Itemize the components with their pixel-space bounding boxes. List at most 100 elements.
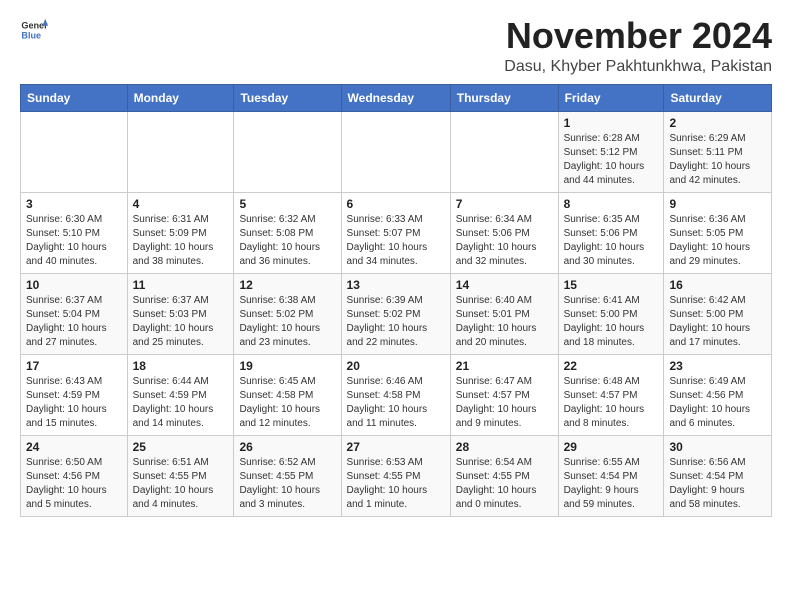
calendar-week-row: 3 Sunrise: 6:30 AM Sunset: 5:10 PM Daylig… bbox=[21, 192, 772, 273]
day-info: Sunrise: 6:56 AM Sunset: 4:54 PM Dayligh… bbox=[669, 456, 766, 512]
day-number: 6 bbox=[347, 197, 445, 211]
day-info: Sunrise: 6:39 AM Sunset: 5:02 PM Dayligh… bbox=[347, 294, 445, 350]
day-number: 10 bbox=[26, 278, 122, 292]
day-number: 13 bbox=[347, 278, 445, 292]
weekday-header-saturday: Saturday bbox=[664, 84, 772, 111]
calendar-day-23: 23Sunrise: 6:49 AM Sunset: 4:56 PM Dayli… bbox=[664, 354, 772, 435]
day-info: Sunrise: 6:35 AM Sunset: 5:06 PM Dayligh… bbox=[564, 213, 659, 269]
day-number: 19 bbox=[239, 359, 335, 373]
day-info: Sunrise: 6:54 AM Sunset: 4:55 PM Dayligh… bbox=[456, 456, 553, 512]
day-number: 21 bbox=[456, 359, 553, 373]
calendar-day-25: 25 Sunrise: 6:51 AM Sunset: 4:55 PM Dayli… bbox=[127, 435, 234, 516]
day-info: Sunrise: 6:30 AM Sunset: 5:10 PM Dayligh… bbox=[26, 213, 122, 269]
logo: General Blue bbox=[20, 16, 48, 44]
day-number: 28 bbox=[456, 440, 553, 454]
day-number: 4 bbox=[133, 197, 229, 211]
day-number: 23 bbox=[669, 359, 766, 373]
day-info: Sunrise: 6:33 AM Sunset: 5:07 PM Dayligh… bbox=[347, 213, 445, 269]
calendar-week-row: 1 Sunrise: 6:28 AM Sunset: 5:12 PM Daylig… bbox=[21, 111, 772, 192]
calendar-day-15: 15 Sunrise: 6:41 AM Sunset: 5:00 PM Dayli… bbox=[558, 273, 664, 354]
day-info: Sunrise: 6:50 AM Sunset: 4:56 PM Dayligh… bbox=[26, 456, 122, 512]
calendar-table: SundayMondayTuesdayWednesdayThursdayFrid… bbox=[20, 84, 772, 517]
day-info: Sunrise: 6:42 AM Sunset: 5:00 PM Dayligh… bbox=[669, 294, 766, 350]
day-number: 18 bbox=[133, 359, 229, 373]
day-info: Sunrise: 6:36 AM Sunset: 5:05 PM Dayligh… bbox=[669, 213, 766, 269]
weekday-header-sunday: Sunday bbox=[21, 84, 128, 111]
day-number: 24 bbox=[26, 440, 122, 454]
calendar-week-row: 24 Sunrise: 6:50 AM Sunset: 4:56 PM Dayli… bbox=[21, 435, 772, 516]
day-info: Sunrise: 6:55 AM Sunset: 4:54 PM Dayligh… bbox=[564, 456, 659, 512]
day-info: Sunrise: 6:28 AM Sunset: 5:12 PM Dayligh… bbox=[564, 132, 659, 188]
weekday-header-monday: Monday bbox=[127, 84, 234, 111]
calendar-day-22: 22 Sunrise: 6:48 AM Sunset: 4:57 PM Dayli… bbox=[558, 354, 664, 435]
calendar-week-row: 10 Sunrise: 6:37 AM Sunset: 5:04 PM Dayli… bbox=[21, 273, 772, 354]
day-info: Sunrise: 6:41 AM Sunset: 5:00 PM Dayligh… bbox=[564, 294, 659, 350]
day-number: 27 bbox=[347, 440, 445, 454]
day-info: Sunrise: 6:32 AM Sunset: 5:08 PM Dayligh… bbox=[239, 213, 335, 269]
calendar-day-10: 10 Sunrise: 6:37 AM Sunset: 5:04 PM Dayli… bbox=[21, 273, 128, 354]
location-title: Dasu, Khyber Pakhtunkhwa, Pakistan bbox=[504, 58, 772, 76]
day-number: 7 bbox=[456, 197, 553, 211]
logo-icon: General Blue bbox=[20, 16, 48, 44]
day-number: 1 bbox=[564, 116, 659, 130]
calendar-day-9: 9 Sunrise: 6:36 AM Sunset: 5:05 PM Daylig… bbox=[664, 192, 772, 273]
page-header: General Blue November 2024 Dasu, Khyber … bbox=[20, 16, 772, 76]
day-number: 14 bbox=[456, 278, 553, 292]
calendar-day-26: 26 Sunrise: 6:52 AM Sunset: 4:55 PM Dayli… bbox=[234, 435, 341, 516]
day-info: Sunrise: 6:29 AM Sunset: 5:11 PM Dayligh… bbox=[669, 132, 766, 188]
day-info: Sunrise: 6:45 AM Sunset: 4:58 PM Dayligh… bbox=[239, 375, 335, 431]
calendar-day-5: 5 Sunrise: 6:32 AM Sunset: 5:08 PM Daylig… bbox=[234, 192, 341, 273]
day-info: Sunrise: 6:52 AM Sunset: 4:55 PM Dayligh… bbox=[239, 456, 335, 512]
calendar-day-2: 2 Sunrise: 6:29 AM Sunset: 5:11 PM Daylig… bbox=[664, 111, 772, 192]
calendar-week-row: 17 Sunrise: 6:43 AM Sunset: 4:59 PM Dayli… bbox=[21, 354, 772, 435]
day-info: Sunrise: 6:37 AM Sunset: 5:03 PM Dayligh… bbox=[133, 294, 229, 350]
month-title: November 2024 bbox=[504, 16, 772, 56]
day-number: 2 bbox=[669, 116, 766, 130]
day-number: 5 bbox=[239, 197, 335, 211]
day-info: Sunrise: 6:51 AM Sunset: 4:55 PM Dayligh… bbox=[133, 456, 229, 512]
calendar-day-11: 11Sunrise: 6:37 AM Sunset: 5:03 PM Dayli… bbox=[127, 273, 234, 354]
calendar-day-24: 24 Sunrise: 6:50 AM Sunset: 4:56 PM Dayli… bbox=[21, 435, 128, 516]
calendar-day-6: 6 Sunrise: 6:33 AM Sunset: 5:07 PM Daylig… bbox=[341, 192, 450, 273]
weekday-header-wednesday: Wednesday bbox=[341, 84, 450, 111]
calendar-day-18: 18 Sunrise: 6:44 AM Sunset: 4:59 PM Dayli… bbox=[127, 354, 234, 435]
day-number: 3 bbox=[26, 197, 122, 211]
calendar-day-1: 1 Sunrise: 6:28 AM Sunset: 5:12 PM Daylig… bbox=[558, 111, 664, 192]
day-number: 20 bbox=[347, 359, 445, 373]
calendar-day-20: 20 Sunrise: 6:46 AM Sunset: 4:58 PM Dayli… bbox=[341, 354, 450, 435]
calendar-empty-cell bbox=[21, 111, 128, 192]
day-info: Sunrise: 6:43 AM Sunset: 4:59 PM Dayligh… bbox=[26, 375, 122, 431]
day-info: Sunrise: 6:47 AM Sunset: 4:57 PM Dayligh… bbox=[456, 375, 553, 431]
calendar-day-12: 12Sunrise: 6:38 AM Sunset: 5:02 PM Dayli… bbox=[234, 273, 341, 354]
day-number: 9 bbox=[669, 197, 766, 211]
day-number: 25 bbox=[133, 440, 229, 454]
svg-text:Blue: Blue bbox=[21, 30, 41, 40]
calendar-empty-cell bbox=[234, 111, 341, 192]
day-info: Sunrise: 6:48 AM Sunset: 4:57 PM Dayligh… bbox=[564, 375, 659, 431]
title-area: November 2024 Dasu, Khyber Pakhtunkhwa, … bbox=[504, 16, 772, 76]
day-number: 17 bbox=[26, 359, 122, 373]
calendar-day-13: 13 Sunrise: 6:39 AM Sunset: 5:02 PM Dayli… bbox=[341, 273, 450, 354]
calendar-day-16: 16 Sunrise: 6:42 AM Sunset: 5:00 PM Dayli… bbox=[664, 273, 772, 354]
day-number: 15 bbox=[564, 278, 659, 292]
calendar-day-17: 17 Sunrise: 6:43 AM Sunset: 4:59 PM Dayli… bbox=[21, 354, 128, 435]
day-info: Sunrise: 6:38 AM Sunset: 5:02 PM Dayligh… bbox=[239, 294, 335, 350]
calendar-day-14: 14 Sunrise: 6:40 AM Sunset: 5:01 PM Dayli… bbox=[450, 273, 558, 354]
calendar-day-28: 28 Sunrise: 6:54 AM Sunset: 4:55 PM Dayli… bbox=[450, 435, 558, 516]
calendar-empty-cell bbox=[450, 111, 558, 192]
calendar-day-3: 3 Sunrise: 6:30 AM Sunset: 5:10 PM Daylig… bbox=[21, 192, 128, 273]
day-info: Sunrise: 6:34 AM Sunset: 5:06 PM Dayligh… bbox=[456, 213, 553, 269]
day-number: 16 bbox=[669, 278, 766, 292]
day-info: Sunrise: 6:46 AM Sunset: 4:58 PM Dayligh… bbox=[347, 375, 445, 431]
day-info: Sunrise: 6:53 AM Sunset: 4:55 PM Dayligh… bbox=[347, 456, 445, 512]
day-number: 26 bbox=[239, 440, 335, 454]
day-info: Sunrise: 6:37 AM Sunset: 5:04 PM Dayligh… bbox=[26, 294, 122, 350]
calendar-day-4: 4Sunrise: 6:31 AM Sunset: 5:09 PM Daylig… bbox=[127, 192, 234, 273]
calendar-day-7: 7 Sunrise: 6:34 AM Sunset: 5:06 PM Daylig… bbox=[450, 192, 558, 273]
weekday-header-friday: Friday bbox=[558, 84, 664, 111]
calendar-empty-cell bbox=[341, 111, 450, 192]
day-info: Sunrise: 6:40 AM Sunset: 5:01 PM Dayligh… bbox=[456, 294, 553, 350]
weekday-header-tuesday: Tuesday bbox=[234, 84, 341, 111]
day-info: Sunrise: 6:44 AM Sunset: 4:59 PM Dayligh… bbox=[133, 375, 229, 431]
day-number: 22 bbox=[564, 359, 659, 373]
